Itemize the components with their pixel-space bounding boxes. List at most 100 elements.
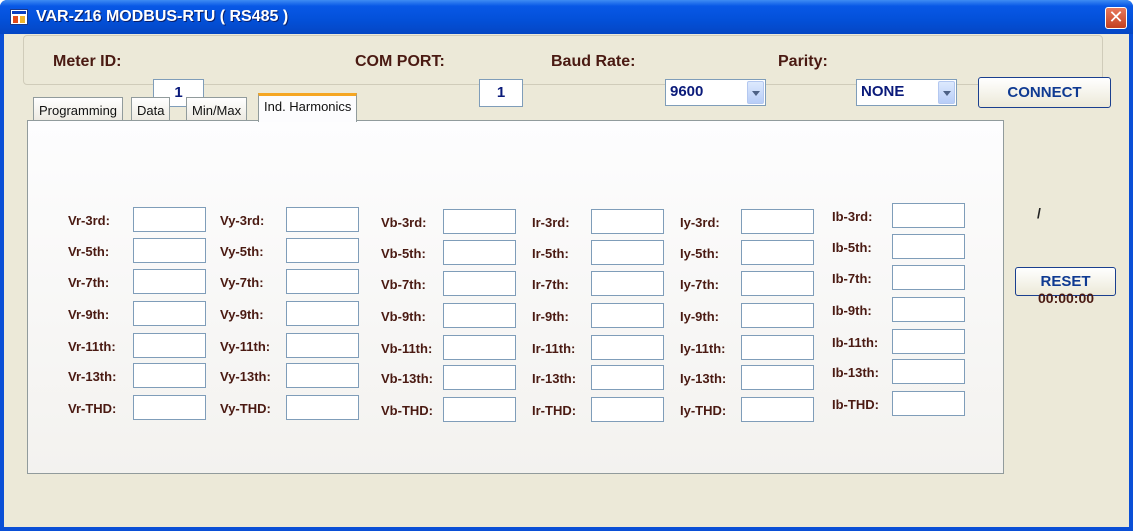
harmonic-label: Ib-7th: xyxy=(832,271,872,286)
harmonic-value-field[interactable] xyxy=(133,395,206,420)
harmonic-label: Ir-13th: xyxy=(532,371,577,386)
harmonic-value-field[interactable] xyxy=(892,234,965,259)
harmonic-value-field[interactable] xyxy=(286,269,359,294)
com-port-label: COM PORT: xyxy=(355,53,445,70)
harmonic-value-field[interactable] xyxy=(892,297,965,322)
harmonic-value-field[interactable] xyxy=(741,209,814,234)
harmonic-label: Vy-13th: xyxy=(220,369,271,384)
harmonic-value-field[interactable] xyxy=(443,303,516,328)
harmonic-label: Vy-7th: xyxy=(220,275,264,290)
harmonic-value-field[interactable] xyxy=(591,209,664,234)
harmonic-label: Ib-13th: xyxy=(832,365,879,380)
harmonic-value-field[interactable] xyxy=(892,391,965,416)
harmonic-label: Vb-11th: xyxy=(381,341,433,356)
harmonic-value-field[interactable] xyxy=(892,265,965,290)
harmonic-value-field[interactable] xyxy=(591,240,664,265)
harmonic-value-field[interactable] xyxy=(591,303,664,328)
parity-select[interactable]: NONE xyxy=(856,79,957,106)
harmonic-value-field[interactable] xyxy=(741,240,814,265)
baud-rate-label: Baud Rate: xyxy=(551,53,636,70)
harmonic-value-field[interactable] xyxy=(286,333,359,358)
harmonic-label: Ib-11th: xyxy=(832,335,879,350)
harmonic-label: Ir-9th: xyxy=(532,309,569,324)
harmonic-value-field[interactable] xyxy=(133,207,206,232)
harmonic-value-field[interactable] xyxy=(133,238,206,263)
com-port-input[interactable]: 1 xyxy=(479,79,523,107)
harmonic-value-field[interactable] xyxy=(133,269,206,294)
harmonic-value-field[interactable] xyxy=(591,271,664,296)
baud-rate-select[interactable]: 9600 xyxy=(665,79,766,106)
close-button[interactable]: ✕ xyxy=(1105,7,1127,29)
harmonic-value-field[interactable] xyxy=(741,335,814,360)
title-bar[interactable]: VAR-Z16 MODBUS-RTU ( RS485 ) ✕ xyxy=(0,0,1133,34)
harmonic-value-field[interactable] xyxy=(133,363,206,388)
harmonic-label: Ir-3rd: xyxy=(532,215,570,230)
harmonic-label: Vr-13th: xyxy=(68,369,117,384)
harmonic-value-field[interactable] xyxy=(892,359,965,384)
harmonic-label: Ir-THD: xyxy=(532,403,577,418)
status-mark: / xyxy=(1037,205,1041,221)
chevron-down-icon[interactable] xyxy=(747,81,764,104)
harmonic-value-field[interactable] xyxy=(286,301,359,326)
meter-id-label: Meter ID: xyxy=(53,53,122,70)
harmonic-value-field[interactable] xyxy=(443,335,516,360)
harmonic-value-field[interactable] xyxy=(892,203,965,228)
harmonic-label: Iy-9th: xyxy=(680,309,719,324)
harmonic-label: Vb-3rd: xyxy=(381,215,427,230)
harmonic-label: Vb-7th: xyxy=(381,277,426,292)
harmonic-label: Vy-THD: xyxy=(220,401,271,416)
harmonic-value-field[interactable] xyxy=(741,303,814,328)
harmonic-label: Iy-3rd: xyxy=(680,215,720,230)
harmonic-label: Ir-5th: xyxy=(532,246,569,261)
harmonic-value-field[interactable] xyxy=(591,397,664,422)
harmonic-value-field[interactable] xyxy=(133,333,206,358)
harmonic-value-field[interactable] xyxy=(443,209,516,234)
harmonic-label: Vb-13th: xyxy=(381,371,433,386)
harmonic-value-field[interactable] xyxy=(286,395,359,420)
connect-button[interactable]: CONNECT xyxy=(978,77,1111,108)
harmonic-label: Iy-11th: xyxy=(680,341,726,356)
harmonic-label: Vy-3rd: xyxy=(220,213,265,228)
harmonic-label: Iy-7th: xyxy=(680,277,719,292)
harmonic-label: Ib-5th: xyxy=(832,240,872,255)
harmonic-label: Vb-THD: xyxy=(381,403,433,418)
app-icon xyxy=(10,9,28,25)
harmonic-value-field[interactable] xyxy=(443,365,516,390)
harmonic-value-field[interactable] xyxy=(133,301,206,326)
harmonic-value-field[interactable] xyxy=(741,397,814,422)
tab-ind-harmonics[interactable]: Ind. Harmonics xyxy=(258,93,358,122)
harmonic-value-field[interactable] xyxy=(286,363,359,388)
harmonic-label: Vr-11th: xyxy=(68,339,116,354)
timer-display: 00:00:00 xyxy=(1038,290,1095,306)
harmonic-value-field[interactable] xyxy=(286,238,359,263)
harmonic-label: Vr-THD: xyxy=(68,401,117,416)
harmonic-value-field[interactable] xyxy=(443,240,516,265)
harmonic-value-field[interactable] xyxy=(591,365,664,390)
parity-value: NONE xyxy=(861,83,905,100)
harmonic-value-field[interactable] xyxy=(443,271,516,296)
harmonic-label: Ib-3rd: xyxy=(832,209,873,224)
harmonic-value-field[interactable] xyxy=(741,271,814,296)
harmonic-label: Ib-9th: xyxy=(832,303,872,318)
harmonic-label: Vr-3rd: xyxy=(68,213,110,228)
tab-programming[interactable]: Programming xyxy=(33,97,124,121)
window-title: VAR-Z16 MODBUS-RTU ( RS485 ) xyxy=(36,8,289,25)
harmonic-label: Vy-9th: xyxy=(220,307,264,322)
chevron-down-icon[interactable] xyxy=(938,81,955,104)
harmonic-label: Iy-THD: xyxy=(680,403,727,418)
baud-rate-value: 9600 xyxy=(670,83,704,100)
harmonic-value-field[interactable] xyxy=(286,207,359,232)
tab-data[interactable]: Data xyxy=(131,97,171,121)
harmonic-label: Iy-13th: xyxy=(680,371,727,386)
harmonic-label: Vb-5th: xyxy=(381,246,426,261)
harmonic-label: Ib-THD: xyxy=(832,397,879,412)
harmonic-label: Ir-11th: xyxy=(532,341,576,356)
harmonic-value-field[interactable] xyxy=(892,329,965,354)
harmonic-label: Vr-5th: xyxy=(68,244,110,259)
harmonic-label: Vy-11th: xyxy=(220,339,271,354)
tab-min-max[interactable]: Min/Max xyxy=(186,97,248,121)
harmonic-value-field[interactable] xyxy=(741,365,814,390)
harmonic-value-field[interactable] xyxy=(443,397,516,422)
harmonic-label: Vy-5th: xyxy=(220,244,264,259)
harmonic-value-field[interactable] xyxy=(591,335,664,360)
